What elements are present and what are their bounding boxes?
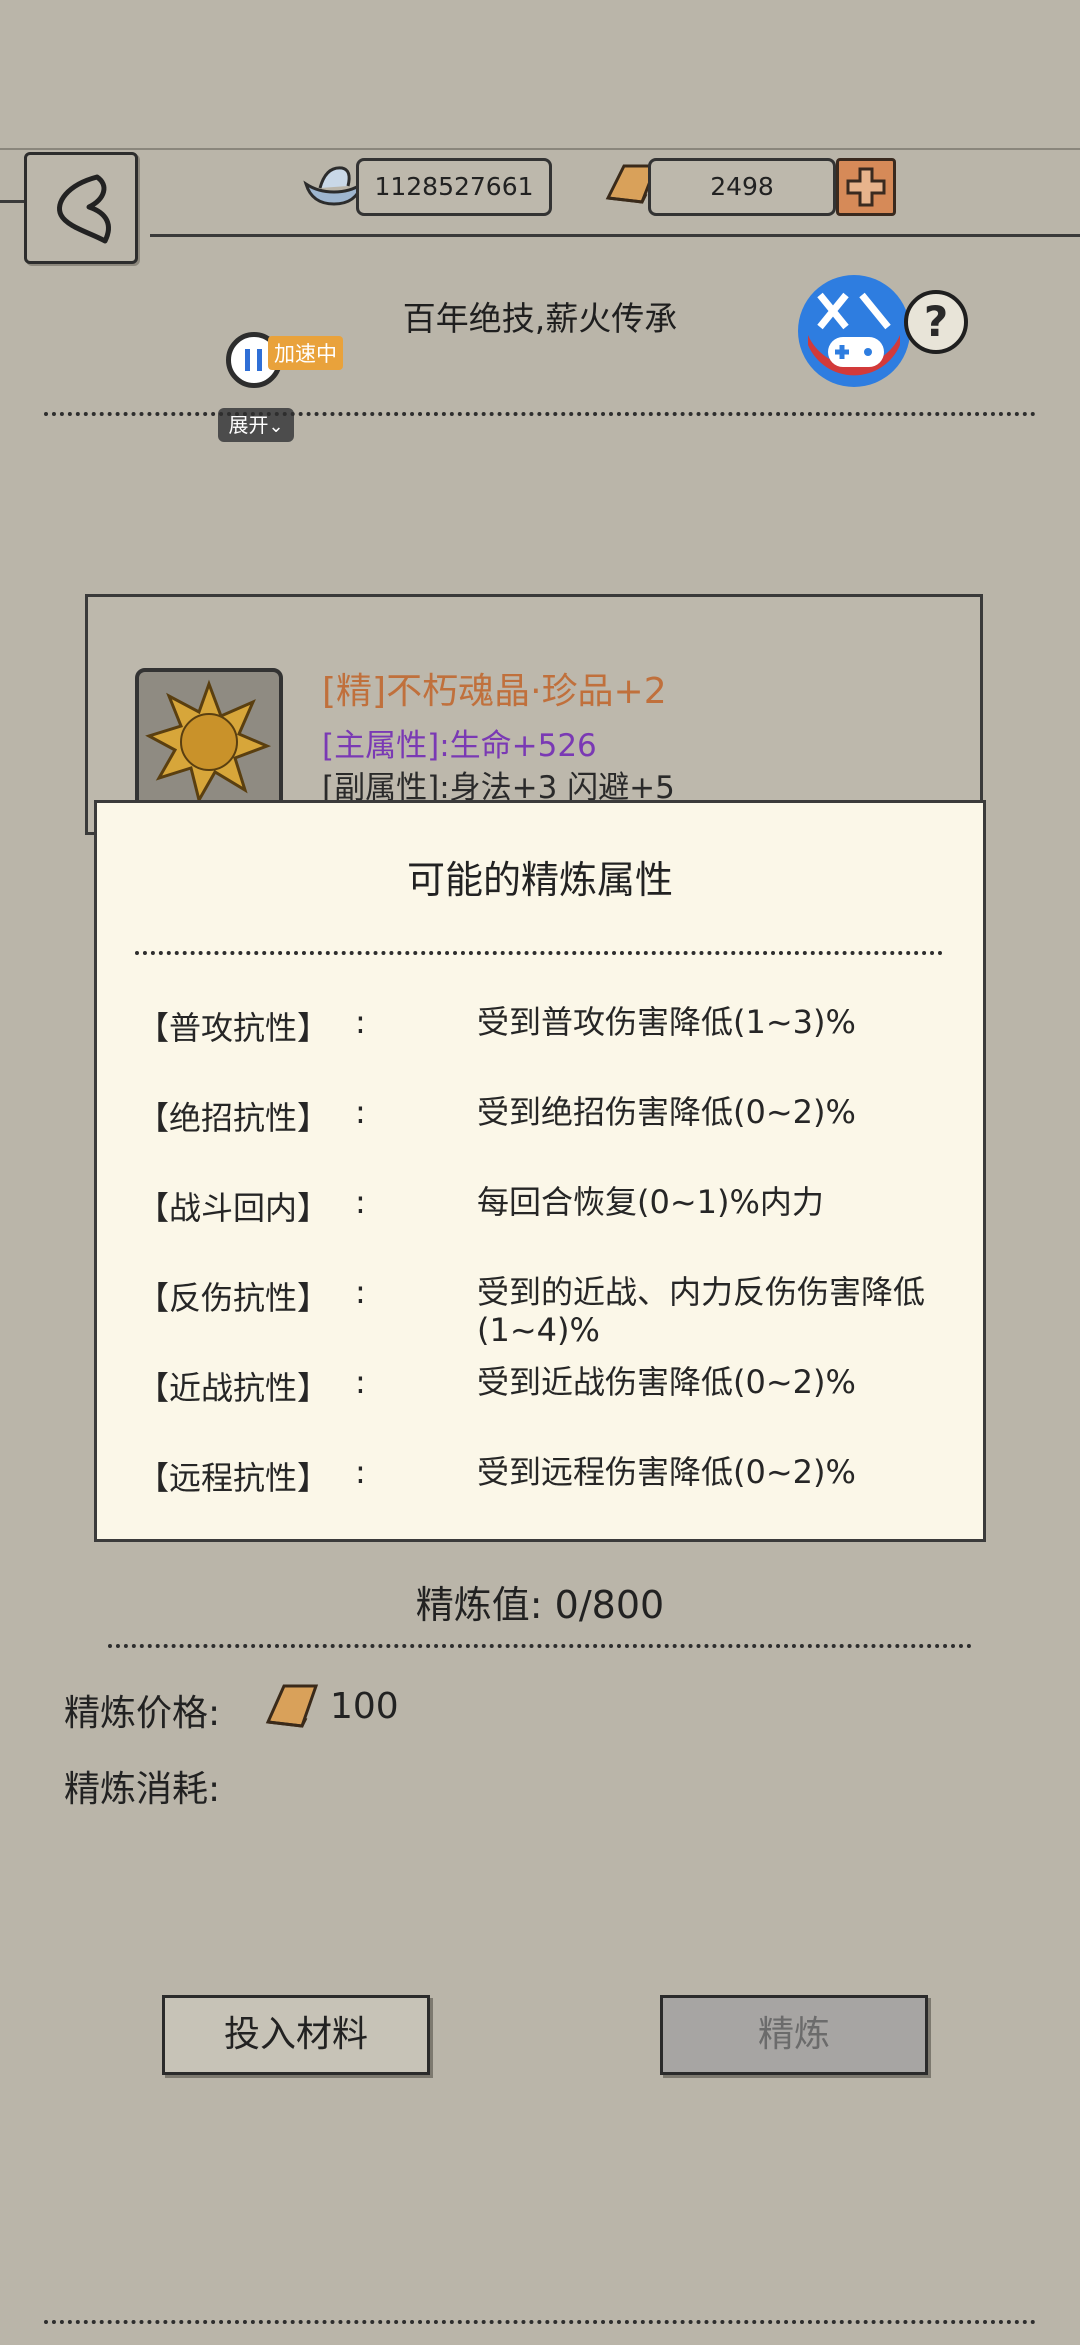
header-rule-left: [0, 200, 24, 203]
refine-attributes-modal: 可能的精炼属性 【普攻抗性】 : 受到普攻伤害降低(1~3)% 【绝招抗性】 :…: [94, 800, 986, 1542]
attribute-name: 【绝招抗性】: [137, 1099, 330, 1137]
header-dotted-divider: [44, 412, 1036, 416]
back-button[interactable]: [24, 152, 138, 264]
header-rule: [150, 234, 1080, 237]
refine-dotted-divider: [108, 1644, 972, 1648]
bottom-dotted-divider: [44, 2320, 1036, 2324]
gold-amount: 2498: [648, 158, 836, 216]
refine-value: 精炼值: 0/800: [415, 1583, 665, 1627]
attribute-colon: :: [355, 1363, 366, 1401]
attribute-description: 受到近战伤害降低(0~2)%: [477, 1363, 856, 1401]
refine-price-amount: 100: [330, 1686, 399, 1727]
put-material-button[interactable]: 投入材料: [162, 1995, 430, 2075]
attribute-colon: :: [355, 1093, 366, 1131]
attribute-row: 【战斗回内】 : 每回合恢复(0~1)%内力: [137, 1183, 957, 1227]
gamepad-icon: [800, 277, 908, 385]
top-divider: [0, 148, 1080, 150]
attribute-description: 每回合恢复(0~1)%内力: [477, 1183, 824, 1221]
expand-label: 展开: [228, 413, 269, 437]
modal-dotted-divider: [135, 951, 943, 955]
gold-bar-icon: [262, 1678, 322, 1734]
attribute-colon: :: [355, 1453, 366, 1491]
attribute-description: 受到普攻伤害降低(1~3)%: [477, 1003, 856, 1041]
item-name: [精]不朽魂晶·珍品+2: [322, 671, 667, 712]
silver-amount: 1128527661: [356, 158, 552, 216]
item-icon-slot[interactable]: [135, 668, 283, 816]
attribute-row: 【普攻抗性】 : 受到普攻伤害降低(1~3)%: [137, 1003, 957, 1047]
attribute-row: 【反伤抗性】 : 受到的近战、内力反伤伤害降低(1~4)%: [137, 1273, 957, 1353]
add-gold-button[interactable]: [836, 158, 896, 216]
attribute-name: 【普攻抗性】: [137, 1009, 330, 1047]
game-center-logo[interactable]: [798, 275, 910, 387]
attribute-row: 【绝招抗性】 : 受到绝招伤害降低(0~2)%: [137, 1093, 957, 1137]
attribute-colon: :: [355, 1003, 366, 1041]
speed-status-badge: 加速中: [268, 336, 343, 370]
attribute-name: 【近战抗性】: [137, 1369, 330, 1407]
attribute-description: 受到绝招伤害降低(0~2)%: [477, 1093, 856, 1131]
modal-title: 可能的精炼属性: [406, 858, 673, 902]
attribute-name: 【战斗回内】: [137, 1189, 330, 1227]
question-icon: ?: [923, 297, 949, 346]
refine-price-label: 精炼价格:: [64, 1693, 221, 1734]
attribute-name: 【反伤抗性】: [137, 1279, 330, 1317]
attribute-row: 【远程抗性】 : 受到远程伤害降低(0~2)%: [137, 1453, 957, 1497]
attribute-description: 受到远程伤害降低(0~2)%: [477, 1453, 856, 1491]
help-button[interactable]: ?: [904, 290, 968, 354]
attribute-colon: :: [355, 1273, 366, 1311]
back-arrow-icon: [57, 174, 111, 244]
attribute-row: 【近战抗性】 : 受到近战伤害降低(0~2)%: [137, 1363, 957, 1407]
refine-button[interactable]: 精炼: [660, 1995, 928, 2075]
chevron-down-icon: ⌄: [268, 416, 284, 437]
attribute-colon: :: [355, 1183, 366, 1221]
item-main-attribute: [主属性]:生命+526: [322, 728, 597, 764]
refine-cost-label: 精炼消耗:: [64, 1769, 221, 1810]
plus-icon: [846, 167, 886, 207]
attribute-name: 【远程抗性】: [137, 1459, 330, 1497]
soul-crystal-icon: [145, 679, 272, 804]
attribute-description: 受到的近战、内力反伤伤害降低(1~4)%: [477, 1273, 926, 1349]
